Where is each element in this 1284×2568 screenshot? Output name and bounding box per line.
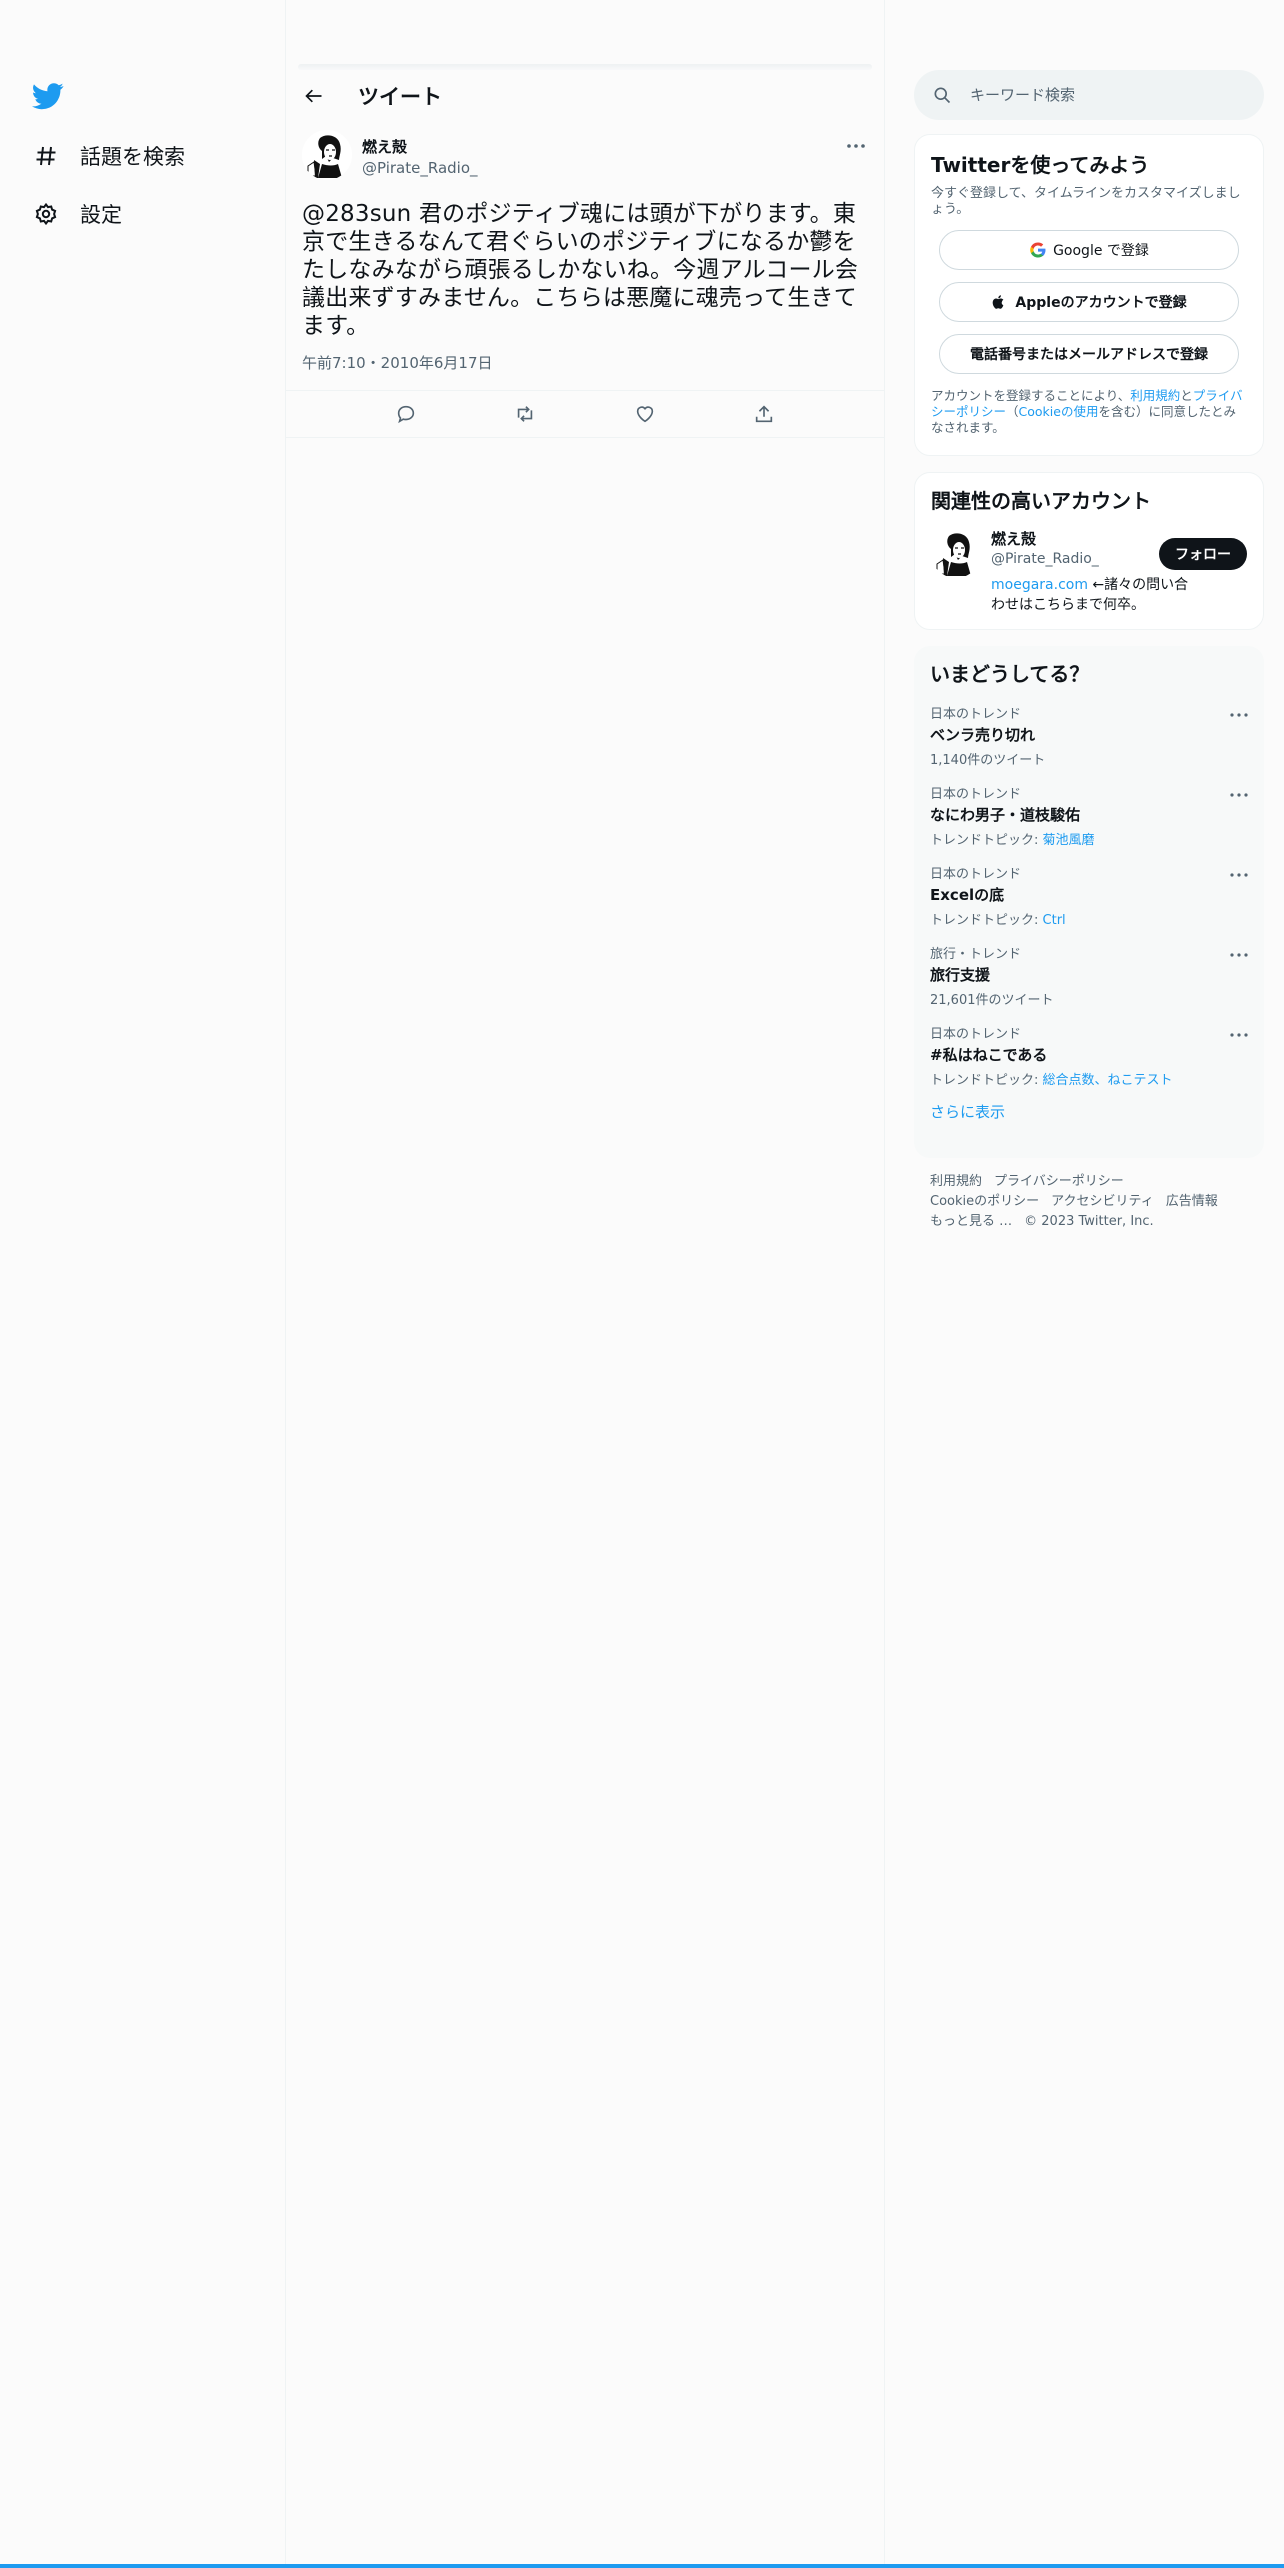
- phone-email-signup-button[interactable]: 電話番号またはメールアドレスで登録: [939, 334, 1239, 374]
- footer-copyright: © 2023 Twitter, Inc.: [1024, 1214, 1154, 1229]
- related-accounts-card: 関連性の高いアカウント 燃え殻 @Pirate_Radio_ moegara.c…: [914, 472, 1264, 630]
- page-title: ツイート: [358, 85, 442, 109]
- trend-name: ベンラ売り切れ: [930, 726, 1036, 744]
- more-options-icon[interactable]: [1228, 787, 1250, 801]
- trend-meta-text: トレンドトピック:: [930, 1073, 1043, 1088]
- trend-category: 日本のトレンド: [930, 867, 1022, 882]
- trends-card: いまどうしてる？ 日本のトレンド ベンラ売り切れ 1,140件のツイート 日本の…: [914, 646, 1264, 1158]
- footer-terms[interactable]: 利用規約: [930, 1174, 982, 1189]
- related-bio-link[interactable]: moegara.com: [991, 577, 1088, 593]
- terms-paren: （: [1006, 404, 1019, 419]
- trend-meta-text: トレンドトピック:: [930, 913, 1043, 928]
- footer-cookie[interactable]: Cookieのポリシー: [930, 1194, 1039, 1209]
- tweet-header: ツイート: [286, 70, 884, 122]
- tweet-text: @283sun 君のポジティブ魂には頭が下がります。東京で生きるなんて君ぐらいの…: [302, 201, 859, 339]
- trend-meta: トレンドトピック: 菊池風磨: [930, 829, 1248, 848]
- author-name[interactable]: 燃え殻: [362, 136, 478, 157]
- signup-terms: アカウントを登録することにより、利用規約とプライバシーポリシー（Cookieの使…: [931, 388, 1247, 436]
- retweet-icon[interactable]: [513, 402, 537, 426]
- trend-meta-text: 1,140件のツイート: [930, 753, 1046, 768]
- trend-category: 日本のトレンド: [930, 707, 1022, 722]
- tweet-timestamp[interactable]: 午前7:10・2010年6月17日: [302, 352, 868, 373]
- nav-explore-label: 話題を検索: [80, 145, 185, 169]
- trend-topic-link[interactable]: 菊池風磨: [1043, 833, 1095, 848]
- footer-privacy[interactable]: プライバシーポリシー: [994, 1174, 1124, 1189]
- footer-ads[interactable]: 広告情報: [1166, 1194, 1218, 1209]
- google-signup-label: Google で登録: [1053, 243, 1149, 259]
- like-icon[interactable]: [633, 402, 657, 426]
- footer-accessibility[interactable]: アクセシビリティ: [1051, 1194, 1154, 1209]
- apple-icon: [991, 293, 1009, 311]
- related-account[interactable]: 燃え殻 @Pirate_Radio_ moegara.com ←諸々の問い合わせ…: [927, 528, 1251, 615]
- trend-meta: トレンドトピック: Ctrl: [930, 909, 1248, 928]
- trend-category: 日本のトレンド: [930, 1027, 1022, 1042]
- nav-settings-label: 設定: [80, 203, 122, 227]
- tweet-actions: [286, 390, 884, 438]
- signup-title: Twitterを使ってみよう: [931, 153, 1150, 177]
- signup-card: Twitterを使ってみよう 今すぐ登録して、タイムラインをカスタマイズしましょ…: [914, 134, 1264, 456]
- twitter-bird-icon[interactable]: [31, 80, 64, 112]
- trend-category: 旅行・トレンド: [930, 947, 1022, 962]
- gear-icon: [32, 200, 60, 228]
- phone-email-signup-label: 電話番号またはメールアドレスで登録: [970, 347, 1208, 363]
- footer-more[interactable]: もっと見る …: [930, 1214, 1012, 1229]
- nav-settings[interactable]: 設定: [32, 194, 122, 234]
- google-icon: [1029, 241, 1047, 259]
- more-options-icon[interactable]: [1228, 1027, 1250, 1041]
- trend-meta-text: トレンドトピック:: [930, 833, 1043, 848]
- more-options-icon[interactable]: [1228, 947, 1250, 961]
- nav-explore[interactable]: 話題を検索: [32, 136, 185, 176]
- author-handle[interactable]: @Pirate_Radio_: [362, 159, 478, 177]
- apple-signup-button[interactable]: Appleのアカウントで登録: [939, 282, 1239, 322]
- share-icon[interactable]: [752, 402, 776, 426]
- search-input[interactable]: [970, 86, 1230, 104]
- trend-meta: 1,140件のツイート: [930, 749, 1248, 768]
- back-arrow-icon[interactable]: [294, 76, 334, 116]
- search-icon: [932, 85, 952, 105]
- trend-name: なにわ男子・道枝駿佑: [930, 806, 1081, 824]
- cookie-link[interactable]: Cookieの使用: [1019, 404, 1099, 419]
- trend-item[interactable]: 日本のトレンド なにわ男子・道枝駿佑 トレンドトピック: 菊池風磨: [930, 783, 1250, 848]
- related-bio: moegara.com ←諸々の問い合わせはこちらまで何卒。: [991, 575, 1191, 615]
- trend-item[interactable]: 日本のトレンド #私はねこである トレンドトピック: 総合点数、ねこテスト: [930, 1023, 1250, 1088]
- left-sidebar: 話題を検索 設定: [0, 0, 286, 2568]
- avatar[interactable]: [302, 130, 352, 180]
- trend-name: Excelの底: [930, 886, 1005, 904]
- footer: 利用規約 プライバシーポリシー Cookieのポリシー アクセシビリティ 広告情報 も…: [930, 1172, 1250, 1232]
- trend-topic-link[interactable]: Ctrl: [1043, 913, 1066, 928]
- avatar[interactable]: [931, 528, 981, 578]
- search-box[interactable]: [914, 70, 1264, 120]
- tweet-author[interactable]: 燃え殻 @Pirate_Radio_: [302, 130, 868, 186]
- more-options-icon[interactable]: [1228, 707, 1250, 721]
- tweet: 燃え殻 @Pirate_Radio_ @283sun 君のポジティブ魂には頭が下…: [302, 130, 868, 373]
- related-title: 関連性の高いアカウント: [931, 489, 1151, 513]
- trend-item[interactable]: 日本のトレンド Excelの底 トレンドトピック: Ctrl: [930, 863, 1250, 928]
- hashtag-icon: [32, 142, 60, 170]
- main-column: ツイート 燃え殻 @Pirate_Radio_ @283sun 君のポジティブ魂…: [286, 0, 885, 2568]
- trend-meta: トレンドトピック: 総合点数、ねこテスト: [930, 1069, 1248, 1088]
- apple-signup-label: Appleのアカウントで登録: [1015, 295, 1187, 311]
- trend-meta-text: 21,601件のツイート: [930, 993, 1054, 1008]
- terms-link[interactable]: 利用規約: [1130, 388, 1180, 403]
- trend-item[interactable]: 旅行・トレンド 旅行支援 21,601件のツイート: [930, 943, 1250, 1008]
- trend-name: #私はねこである: [930, 1046, 1048, 1064]
- trend-name: 旅行支援: [930, 966, 991, 984]
- trend-item[interactable]: 日本のトレンド ベンラ売り切れ 1,140件のツイート: [930, 703, 1250, 768]
- google-signup-button[interactable]: Google で登録: [939, 230, 1239, 270]
- trends-title: いまどうしてる？: [930, 662, 1090, 686]
- trend-category: 日本のトレンド: [930, 787, 1022, 802]
- more-options-icon[interactable]: [844, 136, 868, 156]
- trend-topic-link[interactable]: 総合点数、ねこテスト: [1043, 1073, 1173, 1088]
- reply-icon[interactable]: [394, 402, 418, 426]
- terms-and: と: [1180, 388, 1193, 403]
- more-options-icon[interactable]: [1228, 867, 1250, 881]
- bottom-accent-bar: [0, 2564, 1284, 2568]
- terms-pre: アカウントを登録することにより、: [931, 388, 1131, 403]
- show-more-link[interactable]: さらに表示: [930, 1101, 1248, 1122]
- trend-meta: 21,601件のツイート: [930, 989, 1248, 1008]
- signup-subtitle: 今すぐ登録して、タイムラインをカスタマイズしましょう。: [931, 186, 1241, 217]
- follow-button[interactable]: フォロー: [1159, 538, 1247, 570]
